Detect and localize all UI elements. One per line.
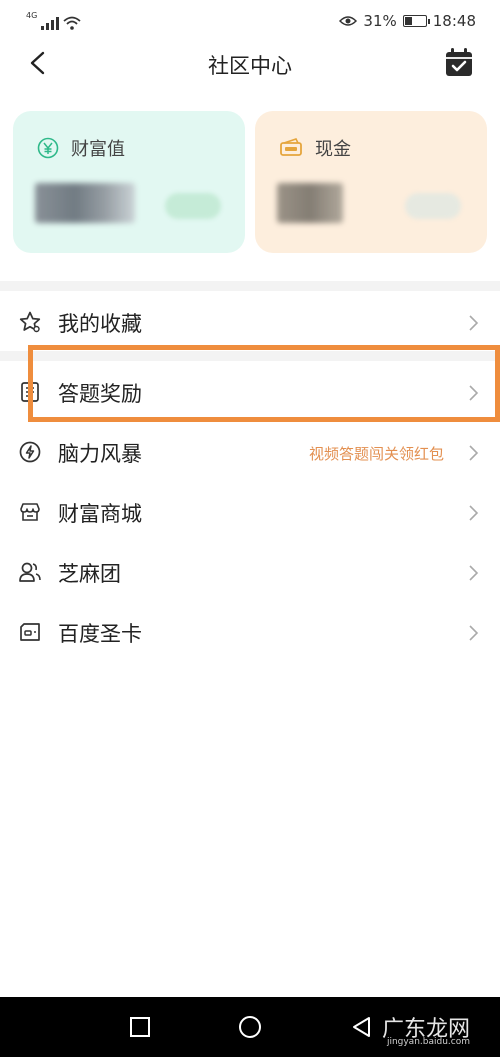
sim-card-icon <box>20 623 40 641</box>
battery-icon <box>402 15 430 27</box>
recent-apps-icon[interactable] <box>128 1015 152 1039</box>
watermark-url: jingyan.baidu.com <box>386 1037 470 1047</box>
back-triangle-icon[interactable] <box>350 1015 374 1039</box>
wealth-label: 财富值 <box>71 139 125 160</box>
network-type: 4G <box>26 11 38 20</box>
cash-label: 现金 <box>315 139 351 160</box>
store-icon <box>20 503 40 521</box>
brainstorm-promo-text: 视频答题闯关领红包 <box>308 445 444 463</box>
menu-label: 百度圣卡 <box>58 622 142 646</box>
signal-icon <box>41 16 60 30</box>
battery-fill <box>404 17 412 25</box>
chevron-right-icon <box>469 565 479 581</box>
wealth-value-blurred <box>35 183 135 223</box>
chevron-right-icon <box>469 625 479 641</box>
chevron-right-icon <box>469 445 479 461</box>
menu-label: 芝麻团 <box>58 562 121 586</box>
status-left: 4G <box>26 10 81 30</box>
status-time: 18:48 <box>432 12 476 30</box>
cash-icon <box>280 138 302 156</box>
page-title: 社区中心 <box>208 54 292 78</box>
group-icon <box>19 562 41 582</box>
header: 社区中心 <box>0 42 500 86</box>
menu-item-baidu-card[interactable]: 百度圣卡 <box>0 603 500 663</box>
cash-card[interactable]: 现金 <box>255 111 487 253</box>
wifi-icon <box>63 16 81 30</box>
status-bar: 4G 31% 18:48 <box>0 0 500 42</box>
eye-icon <box>339 16 358 26</box>
wealth-card-header: 财富值 <box>37 135 125 161</box>
section-divider <box>0 281 500 291</box>
system-nav-bar: 广东龙网 jingyan.baidu.com <box>0 997 500 1057</box>
cash-card-header: 现金 <box>279 135 351 161</box>
menu-label: 财富商城 <box>58 502 142 526</box>
wealth-card[interactable]: 财富值 <box>13 111 245 253</box>
menu-item-favorites[interactable]: 我的收藏 <box>0 293 500 353</box>
menu-item-wealth-store[interactable]: 财富商城 <box>0 483 500 543</box>
cash-action-blurred[interactable] <box>405 193 461 219</box>
menu-item-sesame-group[interactable]: 芝麻团 <box>0 543 500 603</box>
battery-percent: 31% <box>363 12 397 30</box>
home-icon[interactable] <box>238 1015 262 1039</box>
highlight-annotation <box>28 345 500 422</box>
brain-bolt-icon <box>19 441 41 463</box>
cash-value-blurred <box>277 183 343 223</box>
menu-item-brainstorm[interactable]: 脑力风暴 视频答题闯关领红包 <box>0 423 500 483</box>
chevron-right-icon <box>469 315 479 331</box>
yuan-circle-icon <box>37 137 59 159</box>
chevron-right-icon <box>469 505 479 521</box>
calendar-check-icon[interactable] <box>444 46 474 78</box>
menu-label: 我的收藏 <box>58 312 142 336</box>
star-icon <box>19 311 41 333</box>
wealth-action-blurred[interactable] <box>165 193 221 219</box>
menu-label: 脑力风暴 <box>58 442 142 466</box>
status-right: 31% 18:48 <box>339 12 476 30</box>
